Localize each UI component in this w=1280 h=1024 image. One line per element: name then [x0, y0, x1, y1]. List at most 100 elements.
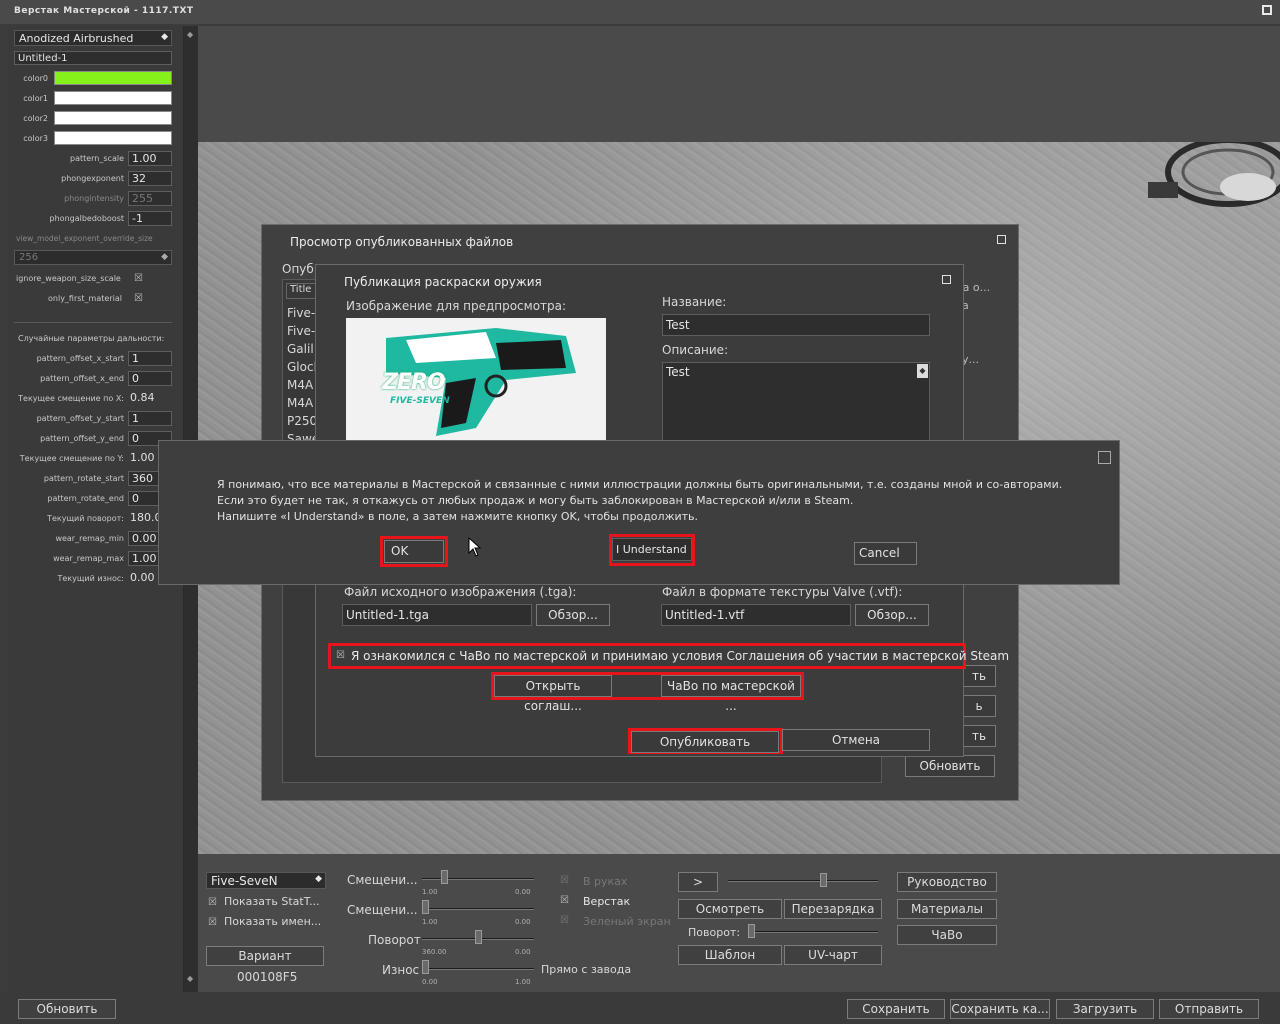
param-label: pattern_scale: [69, 154, 124, 163]
source-file-field[interactable]: Untitled-1.tga: [342, 604, 532, 626]
view-model-dropdown[interactable]: 256 ◆: [14, 250, 172, 265]
scroll-thumb-icon[interactable]: ◆: [917, 364, 928, 378]
window-titlebar: Верстак Мастерской - 1117.TXT: [0, 0, 1280, 24]
slider-knob[interactable]: [748, 924, 755, 938]
uv-chart-button[interactable]: UV-чарт: [784, 945, 882, 965]
understand-input[interactable]: I Understand: [612, 538, 692, 561]
inspect-button[interactable]: Осмотреть: [678, 899, 782, 919]
name-field[interactable]: Test: [662, 314, 930, 336]
browse-source-button[interactable]: Обзор...: [536, 604, 610, 626]
offset-x-end-field[interactable]: 0: [128, 371, 172, 386]
play-button[interactable]: >: [678, 872, 718, 892]
weapon-dropdown[interactable]: Five-SeveN ◆: [206, 872, 326, 889]
materials-button[interactable]: Материалы: [897, 899, 997, 919]
confirm-line: Я понимаю, что все материалы в Мастерско…: [217, 478, 1063, 491]
refresh-button[interactable]: Обновить: [18, 999, 116, 1019]
preview-image[interactable]: ZERO FIVE-SEVEN: [346, 318, 606, 440]
published-partial-label: Опуб: [282, 262, 314, 276]
preview-logo: ZERO: [382, 370, 446, 395]
random-params-header: Случайные параметры дальности:: [18, 334, 165, 343]
update-button[interactable]: Обновить: [905, 755, 995, 777]
template-button[interactable]: Шаблон: [678, 945, 782, 965]
color1-label: color1: [23, 94, 48, 103]
slider-knob[interactable]: [474, 930, 482, 944]
offset-x-slider[interactable]: [422, 878, 534, 880]
color3-swatch[interactable]: [54, 131, 172, 145]
load-button[interactable]: Загрузить: [1056, 999, 1154, 1019]
mode-radio[interactable]: ☒: [560, 876, 570, 886]
mode-in-hands[interactable]: В руках: [583, 875, 627, 888]
maximize-icon[interactable]: [1262, 5, 1272, 15]
vtf-file-field[interactable]: Untitled-1.vtf: [661, 604, 851, 626]
publish-button[interactable]: Опубликовать: [631, 731, 779, 753]
phongalbedoboost-field[interactable]: -1: [128, 211, 172, 226]
submit-button[interactable]: Отправить: [1159, 999, 1259, 1019]
variant-button[interactable]: Вариант: [206, 946, 324, 966]
model-rotation-slider[interactable]: [748, 931, 878, 933]
scroll-down-icon[interactable]: ◆: [187, 974, 195, 984]
name-checkbox[interactable]: ☒: [208, 918, 218, 928]
description-field[interactable]: Test: [662, 362, 930, 442]
wear-name: Прямо с завода: [541, 963, 632, 976]
close-icon[interactable]: [942, 275, 951, 284]
save-button[interactable]: Сохранить: [847, 999, 945, 1019]
close-icon[interactable]: [1098, 451, 1111, 464]
range-label: Текущее смещение по Y:: [19, 454, 124, 463]
scroll-up-icon[interactable]: ◆: [187, 30, 195, 40]
side-button[interactable]: ть: [962, 725, 996, 747]
slider-knob[interactable]: [422, 900, 429, 914]
offset-y-slider[interactable]: [422, 908, 534, 910]
side-button[interactable]: ь: [962, 695, 996, 717]
offset-y-start-field[interactable]: 1: [128, 411, 172, 426]
slider-knob[interactable]: [440, 870, 448, 884]
wear-slider[interactable]: [422, 968, 534, 970]
phongexponent-field[interactable]: 32: [128, 171, 172, 186]
range-label: pattern_rotate_start: [43, 474, 124, 483]
ignore-weapon-checkbox[interactable]: ☒: [134, 274, 144, 284]
mode-green-screen[interactable]: Зеленый экран: [583, 915, 671, 928]
slider-knob[interactable]: [422, 960, 429, 974]
cancel-publish-button[interactable]: Отмена: [782, 729, 930, 751]
color2-swatch[interactable]: [54, 111, 172, 125]
stattrak-checkbox[interactable]: ☒: [208, 898, 218, 908]
mode-workbench[interactable]: Верстак: [583, 895, 630, 908]
color1-swatch[interactable]: [54, 91, 172, 105]
file-name-field[interactable]: Untitled-1: [14, 51, 172, 65]
pattern-scale-field[interactable]: 1.00: [128, 151, 172, 166]
confirm-message: Я понимаю, что все материалы в Мастерско…: [217, 477, 1062, 525]
slider-max: 0.00: [515, 888, 531, 896]
param-label: phongintensity: [64, 194, 124, 203]
window-title: Верстак Мастерской - 1117.TXT: [14, 6, 194, 16]
slider-min: 1.00: [422, 918, 438, 926]
offset-x-start-field[interactable]: 1: [128, 351, 172, 366]
guide-button[interactable]: Руководство: [897, 872, 997, 892]
range-label: Текущий износ:: [57, 574, 124, 583]
animation-slider[interactable]: [728, 880, 878, 882]
side-button[interactable]: ть: [962, 665, 996, 687]
open-agreement-button[interactable]: Открыть соглаш...: [494, 675, 612, 713]
range-label: Текущий поворот:: [47, 514, 124, 523]
cancel-button[interactable]: Cancel: [854, 542, 917, 565]
color3-label: color3: [23, 134, 48, 143]
column-title[interactable]: Title: [286, 283, 316, 299]
param-label: phongexponent: [61, 174, 124, 183]
slider-knob[interactable]: [820, 873, 827, 887]
range-label: wear_remap_min: [55, 534, 124, 543]
mode-radio[interactable]: ☒: [560, 896, 570, 906]
agree-checkbox[interactable]: ☒: [336, 651, 346, 661]
close-icon[interactable]: [997, 235, 1006, 244]
faq-button[interactable]: ЧаВо: [897, 925, 997, 945]
reload-button[interactable]: Перезарядка: [784, 899, 882, 919]
slider-label: Износ: [382, 963, 420, 977]
finish-style-dropdown[interactable]: Anodized Airbrushed ◆: [14, 30, 172, 46]
browse-vtf-button[interactable]: Обзор...: [855, 604, 929, 626]
ok-button[interactable]: OK: [384, 540, 444, 563]
phongintensity-field[interactable]: 255: [128, 191, 172, 206]
slider-max: 1.00: [515, 978, 531, 986]
mode-radio[interactable]: ☒: [560, 916, 570, 926]
agree-checkbox-row[interactable]: ☒ Я ознакомился с ЧаВо по мастерской и п…: [328, 643, 1009, 669]
color0-swatch[interactable]: [54, 71, 172, 85]
save-as-button[interactable]: Сохранить ка...: [950, 999, 1050, 1019]
only-first-checkbox[interactable]: ☒: [134, 294, 144, 304]
workshop-faq-button[interactable]: ЧаВо по мастерской ...: [661, 675, 801, 713]
